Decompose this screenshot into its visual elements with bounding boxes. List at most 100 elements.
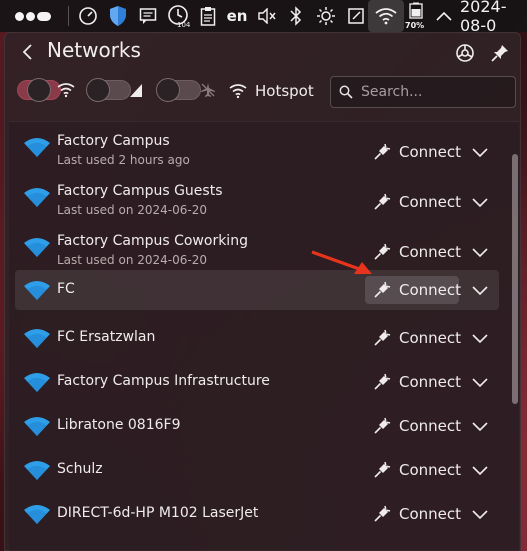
pager-dot-icon (15, 11, 24, 21)
plug-icon (373, 329, 391, 347)
wifi-signal-icon (23, 236, 51, 258)
network-tray-icon[interactable] (368, 0, 404, 32)
plug-icon (373, 461, 391, 479)
page-title: Networks (47, 38, 141, 62)
network-row[interactable]: Libratone 0816F9 Connect (15, 408, 499, 444)
connect-label: Connect (399, 193, 462, 211)
connect-button[interactable]: Connect (365, 456, 462, 484)
connect-button[interactable]: Connect (365, 138, 462, 166)
network-row[interactable]: FC Connect (15, 270, 499, 310)
connect-button[interactable]: Connect (365, 238, 461, 266)
chevron-down-icon[interactable] (470, 142, 490, 162)
networks-popup: Networks Hotspot Factory Campu (4, 32, 521, 551)
search-input[interactable] (361, 84, 501, 100)
wifi-signal-icon (23, 371, 51, 393)
connect-label: Connect (399, 461, 462, 479)
connect-button[interactable]: Connect (365, 412, 462, 440)
connect-label: Connect (399, 417, 462, 435)
speedometer-icon[interactable] (76, 0, 100, 32)
clock[interactable]: 2024-08-0 (460, 0, 527, 32)
chevron-down-icon[interactable] (470, 416, 490, 436)
signal-icon (130, 84, 142, 97)
mobile-broadband-toggle[interactable] (86, 78, 131, 102)
wifi-icon (57, 83, 75, 98)
wifi-signal-icon (23, 503, 51, 525)
network-last-used: Last used on 2024-06-20 (57, 203, 207, 217)
chevron-down-icon[interactable] (470, 242, 490, 262)
network-name: Factory Campus (57, 133, 170, 149)
battery-icon[interactable]: 70% (404, 0, 428, 32)
chat-icon[interactable] (136, 0, 160, 32)
network-name: DIRECT-6d-HP M102 LaserJet (57, 505, 259, 521)
scrollbar[interactable] (512, 154, 518, 404)
pager-widget[interactable] (4, 0, 62, 32)
plug-icon (373, 143, 391, 161)
updates-badge: 104 (177, 21, 191, 28)
chevron-left-icon (22, 44, 32, 60)
network-name: Libratone 0816F9 (57, 417, 181, 433)
wifi-toggle[interactable] (17, 78, 61, 102)
network-name: Factory Campus Infrastructure (57, 373, 270, 389)
wifi-signal-icon (23, 327, 51, 349)
wifi-signal-icon (23, 279, 51, 301)
connect-button[interactable]: Connect (365, 188, 462, 216)
connect-label: Connect (399, 143, 462, 161)
connect-button[interactable]: Connect (365, 276, 461, 304)
plug-icon (373, 281, 391, 299)
expand-tray-icon[interactable] (432, 0, 456, 32)
wifi-signal-icon (23, 186, 51, 208)
plug-icon (373, 417, 391, 435)
plug-icon (373, 373, 391, 391)
volume-muted-icon[interactable] (256, 0, 278, 32)
connect-label: Connect (399, 329, 462, 347)
pager-dot-icon (26, 11, 35, 21)
configure-button[interactable] (454, 42, 476, 64)
connect-label: Connect (399, 505, 462, 523)
wifi-signal-icon (23, 415, 51, 437)
back-button[interactable] (17, 41, 39, 63)
wifi-signal-icon (23, 136, 51, 158)
chevron-down-icon[interactable] (470, 460, 490, 480)
pin-button[interactable] (489, 42, 511, 64)
network-list: Factory Campus Last used 2 hours ago Conne… (9, 121, 519, 551)
chevron-down-icon[interactable] (470, 192, 490, 212)
connect-button[interactable]: Connect (365, 324, 462, 352)
network-row[interactable]: Factory Campus Last used 2 hours ago Conne… (15, 130, 499, 174)
connect-button[interactable]: Connect (365, 500, 462, 528)
airplane-mode-toggle[interactable] (156, 78, 201, 102)
keyboard-layout[interactable]: en (224, 0, 250, 32)
airplane-icon (201, 83, 215, 97)
network-last-used: Last used 2 hours ago (57, 153, 190, 167)
chevron-down-icon[interactable] (470, 372, 490, 392)
connect-label: Connect (399, 373, 462, 391)
pin-icon (491, 45, 508, 62)
network-row[interactable]: Factory Campus Guests Last used on 2024-0… (15, 180, 499, 224)
chevron-down-icon[interactable] (470, 504, 490, 524)
search-field[interactable] (330, 76, 516, 108)
network-row[interactable]: Schulz Connect (15, 452, 499, 488)
gear-icon (456, 44, 474, 62)
clipboard-icon[interactable] (198, 0, 218, 32)
pager-active-icon (37, 11, 51, 21)
chevron-down-icon[interactable] (470, 328, 490, 348)
network-row[interactable]: DIRECT-6d-HP M102 LaserJet Connect (15, 496, 499, 532)
notes-icon[interactable] (344, 0, 368, 32)
hotspot-label: Hotspot (255, 82, 314, 100)
chevron-down-icon[interactable] (470, 280, 490, 300)
hotspot-button[interactable]: Hotspot (229, 77, 314, 105)
brightness-icon[interactable] (314, 0, 338, 32)
network-row[interactable]: FC Ersatzwlan Connect (15, 320, 499, 356)
connect-button[interactable]: Connect (365, 368, 462, 396)
plug-icon (373, 193, 391, 211)
network-name: FC Ersatzwlan (57, 329, 156, 345)
search-icon (339, 85, 353, 99)
network-row[interactable]: Factory Campus Infrastructure Connect (15, 364, 499, 400)
battery-percent: 70% (405, 21, 424, 30)
bluetooth-icon[interactable] (286, 0, 306, 32)
wifi-icon (229, 84, 247, 99)
network-last-used: Last used on 2024-06-20 (57, 253, 207, 267)
shield-icon[interactable] (106, 0, 130, 32)
network-row[interactable]: Factory Campus Coworking Last used on 202… (15, 230, 499, 274)
updates-icon[interactable]: 104 (166, 0, 192, 32)
toggle-knob (27, 78, 51, 102)
